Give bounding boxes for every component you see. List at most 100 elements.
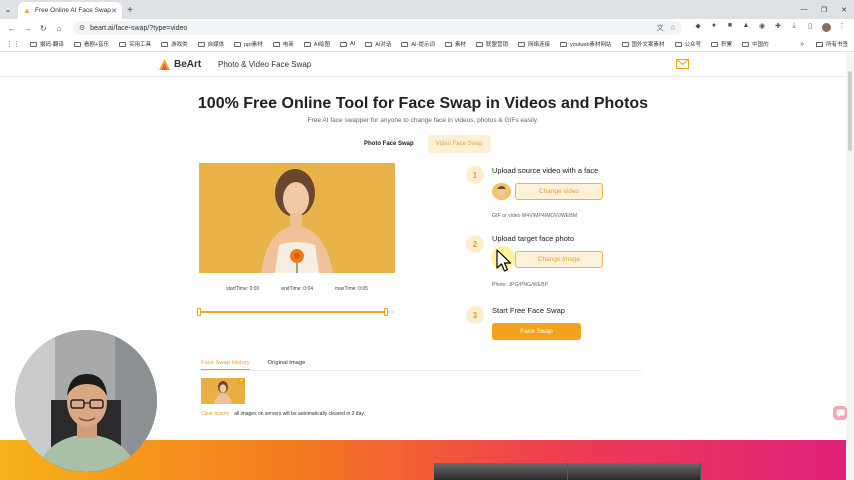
tab-close-icon[interactable]: ✕ <box>111 7 117 15</box>
extension-icon[interactable]: ■ <box>722 22 738 34</box>
bookmark-folder[interactable]: ppt素材 <box>234 40 263 48</box>
apps-grid-icon[interactable]: ⋮⋮ <box>6 40 20 48</box>
bookmark-folder[interactable]: 电商 <box>272 40 294 48</box>
cursor-icon <box>496 249 512 272</box>
banner-sample-image <box>567 463 701 480</box>
video-preview[interactable] <box>199 163 395 273</box>
end-time: endTime: 0:04 <box>281 286 314 292</box>
tab-search-icon[interactable]: ⌄ <box>0 0 16 19</box>
page-subtitle: Free AI face swapper for anyone to chang… <box>307 117 539 124</box>
folder-icon <box>711 41 719 47</box>
site-info-icon[interactable]: ⚙ <box>79 24 85 32</box>
slider-start-handle[interactable] <box>197 308 201 316</box>
bookmark-folder[interactable]: 中国的 <box>742 40 769 48</box>
bookmark-folder[interactable]: 网络连接 <box>517 40 550 48</box>
all-bookmarks[interactable]: 所有书签 <box>815 40 848 48</box>
extension-icon[interactable]: ● <box>706 22 722 34</box>
reload-icon[interactable]: ↻ <box>35 24 51 33</box>
translate-icon[interactable]: 文 <box>657 23 664 33</box>
extensions-area: ◆ ● ■ ▲ ◉ ✚ ⤓ ▯ ⋮ <box>690 22 850 34</box>
bookmark-folder[interactable]: AI-提示词 <box>401 40 435 48</box>
history-tabs: Face Swap History Original Image <box>201 360 323 370</box>
bookmark-folder[interactable]: 联盟营销 <box>475 40 508 48</box>
profile-avatar[interactable] <box>818 22 834 34</box>
puzzle-icon[interactable]: ✚ <box>770 22 786 34</box>
site-header: BeArt Photo & Video Face Swap <box>0 53 846 77</box>
source-video-thumbnail[interactable] <box>492 183 511 200</box>
bookmark-label: AI绘图 <box>313 42 330 48</box>
browser-tab-active[interactable]: ▲ Free Online AI Face Swap Fo ✕ <box>18 2 122 19</box>
change-video-button[interactable]: Change video <box>515 183 603 200</box>
star-icon[interactable]: ☆ <box>670 24 676 32</box>
folder-icon <box>119 41 127 47</box>
folder-icon <box>401 41 409 47</box>
bookmarks-bar: ⋮⋮ 摄码·翻译 看剧+音乐 实用工具 游戏类 自媒体 ppt素材 电商 AI绘图 AI AI对话… <box>0 37 854 52</box>
extension-icon[interactable]: ◉ <box>754 22 770 34</box>
bookmark-folder[interactable]: 摄码·翻译 <box>30 40 64 48</box>
bookmark-folder[interactable]: AI对话 <box>365 40 391 48</box>
bookmark-folder[interactable]: 积累 <box>711 40 732 48</box>
bookmark-label: AI对话 <box>375 42 392 48</box>
download-icon[interactable]: ⤓ <box>786 22 802 34</box>
tab-photo-face-swap[interactable]: Photo Face Swap <box>356 135 422 153</box>
bookmark-folder[interactable]: 实用工具 <box>119 40 151 48</box>
brand-logo[interactable]: BeArt <box>158 58 201 71</box>
bookmark-label: youtueb素材网站 <box>569 42 612 48</box>
clear-history-row: Clear history all images on servers will … <box>201 411 365 417</box>
extension-icon[interactable]: ▲ <box>738 22 754 34</box>
window-controls: — ❐ ✕ <box>794 0 854 19</box>
bookmark-folder[interactable]: 国外文案素材 <box>621 40 665 48</box>
new-tab-icon[interactable]: + <box>122 2 138 19</box>
bookmark-folder[interactable]: 看剧+音乐 <box>73 40 110 48</box>
bookmark-folder[interactable]: 公众号 <box>674 40 702 48</box>
chrome-menu-icon[interactable]: ⋮ <box>834 22 850 34</box>
folder-icon <box>815 41 823 47</box>
time-readouts: startTime: 0:00 endTime: 0:04 maxTime: 0… <box>199 286 395 292</box>
face-swap-button[interactable]: Face Swap <box>492 323 581 340</box>
bookmark-folder[interactable]: 素材 <box>444 40 466 48</box>
delete-history-item-icon[interactable]: × <box>238 378 245 385</box>
max-time: maxTime: 0:05 <box>335 286 368 292</box>
bookmark-folder[interactable]: 自媒体 <box>197 40 224 48</box>
bookmark-folder[interactable]: AI <box>339 41 356 47</box>
nav-photo-video-face-swap[interactable]: Photo & Video Face Swap <box>218 60 311 69</box>
history-divider <box>199 370 643 371</box>
history-item-thumbnail[interactable]: × <box>201 378 245 404</box>
scrollbar-thumb[interactable] <box>848 71 852 151</box>
mail-icon[interactable] <box>676 59 689 69</box>
bookmark-folder[interactable]: 游戏类 <box>161 40 188 48</box>
back-icon[interactable]: ← <box>4 24 20 33</box>
banner-sample-images <box>434 463 701 480</box>
bookmark-folder[interactable]: youtueb素材网站 <box>559 40 612 48</box>
bookmark-label: 看剧+音乐 <box>83 42 110 48</box>
bookmark-folder[interactable]: AI绘图 <box>303 40 330 48</box>
change-image-button[interactable]: Change image <box>515 251 603 268</box>
bookmark-label: AI <box>349 41 356 47</box>
address-bar[interactable]: ⚙ beart.ai/face-swap/?type=video 文 ☆ <box>72 21 683 35</box>
tab-original-image[interactable]: Original Image <box>268 360 306 370</box>
forward-icon[interactable]: → <box>20 24 36 33</box>
bookmark-label: 摄码·翻译 <box>40 42 64 48</box>
bookmark-label: 公众号 <box>684 42 702 48</box>
tab-video-face-swap[interactable]: Video Face Swap <box>427 135 491 153</box>
slider-end-handle[interactable] <box>384 308 389 316</box>
split-view-icon[interactable]: ▯ <box>802 22 818 34</box>
window-close-icon[interactable]: ✕ <box>834 6 854 14</box>
chat-icon[interactable] <box>833 406 847 420</box>
bookmark-label: 中国的 <box>752 42 769 48</box>
home-icon[interactable]: ⌂ <box>51 24 67 33</box>
minimize-icon[interactable]: — <box>794 6 814 13</box>
step-3-badge: 3 <box>466 306 484 324</box>
trim-slider[interactable] <box>197 308 396 316</box>
step-1-badge: 1 <box>466 166 484 184</box>
restore-icon[interactable]: ❐ <box>814 6 834 14</box>
slider-fill <box>199 311 387 313</box>
extension-icon[interactable]: ◆ <box>690 22 706 34</box>
folder-icon <box>365 41 373 47</box>
bookmarks-overflow-icon[interactable]: » <box>800 41 804 48</box>
clear-history-link[interactable]: Clear history <box>201 411 229 417</box>
browser-tabstrip: ⌄ ▲ Free Online AI Face Swap Fo ✕ + — ❐ … <box>0 0 854 19</box>
page-scrollbar[interactable] <box>846 53 854 480</box>
step-2-title: Upload target face photo <box>492 234 575 243</box>
tab-face-swap-history[interactable]: Face Swap History <box>201 360 250 370</box>
